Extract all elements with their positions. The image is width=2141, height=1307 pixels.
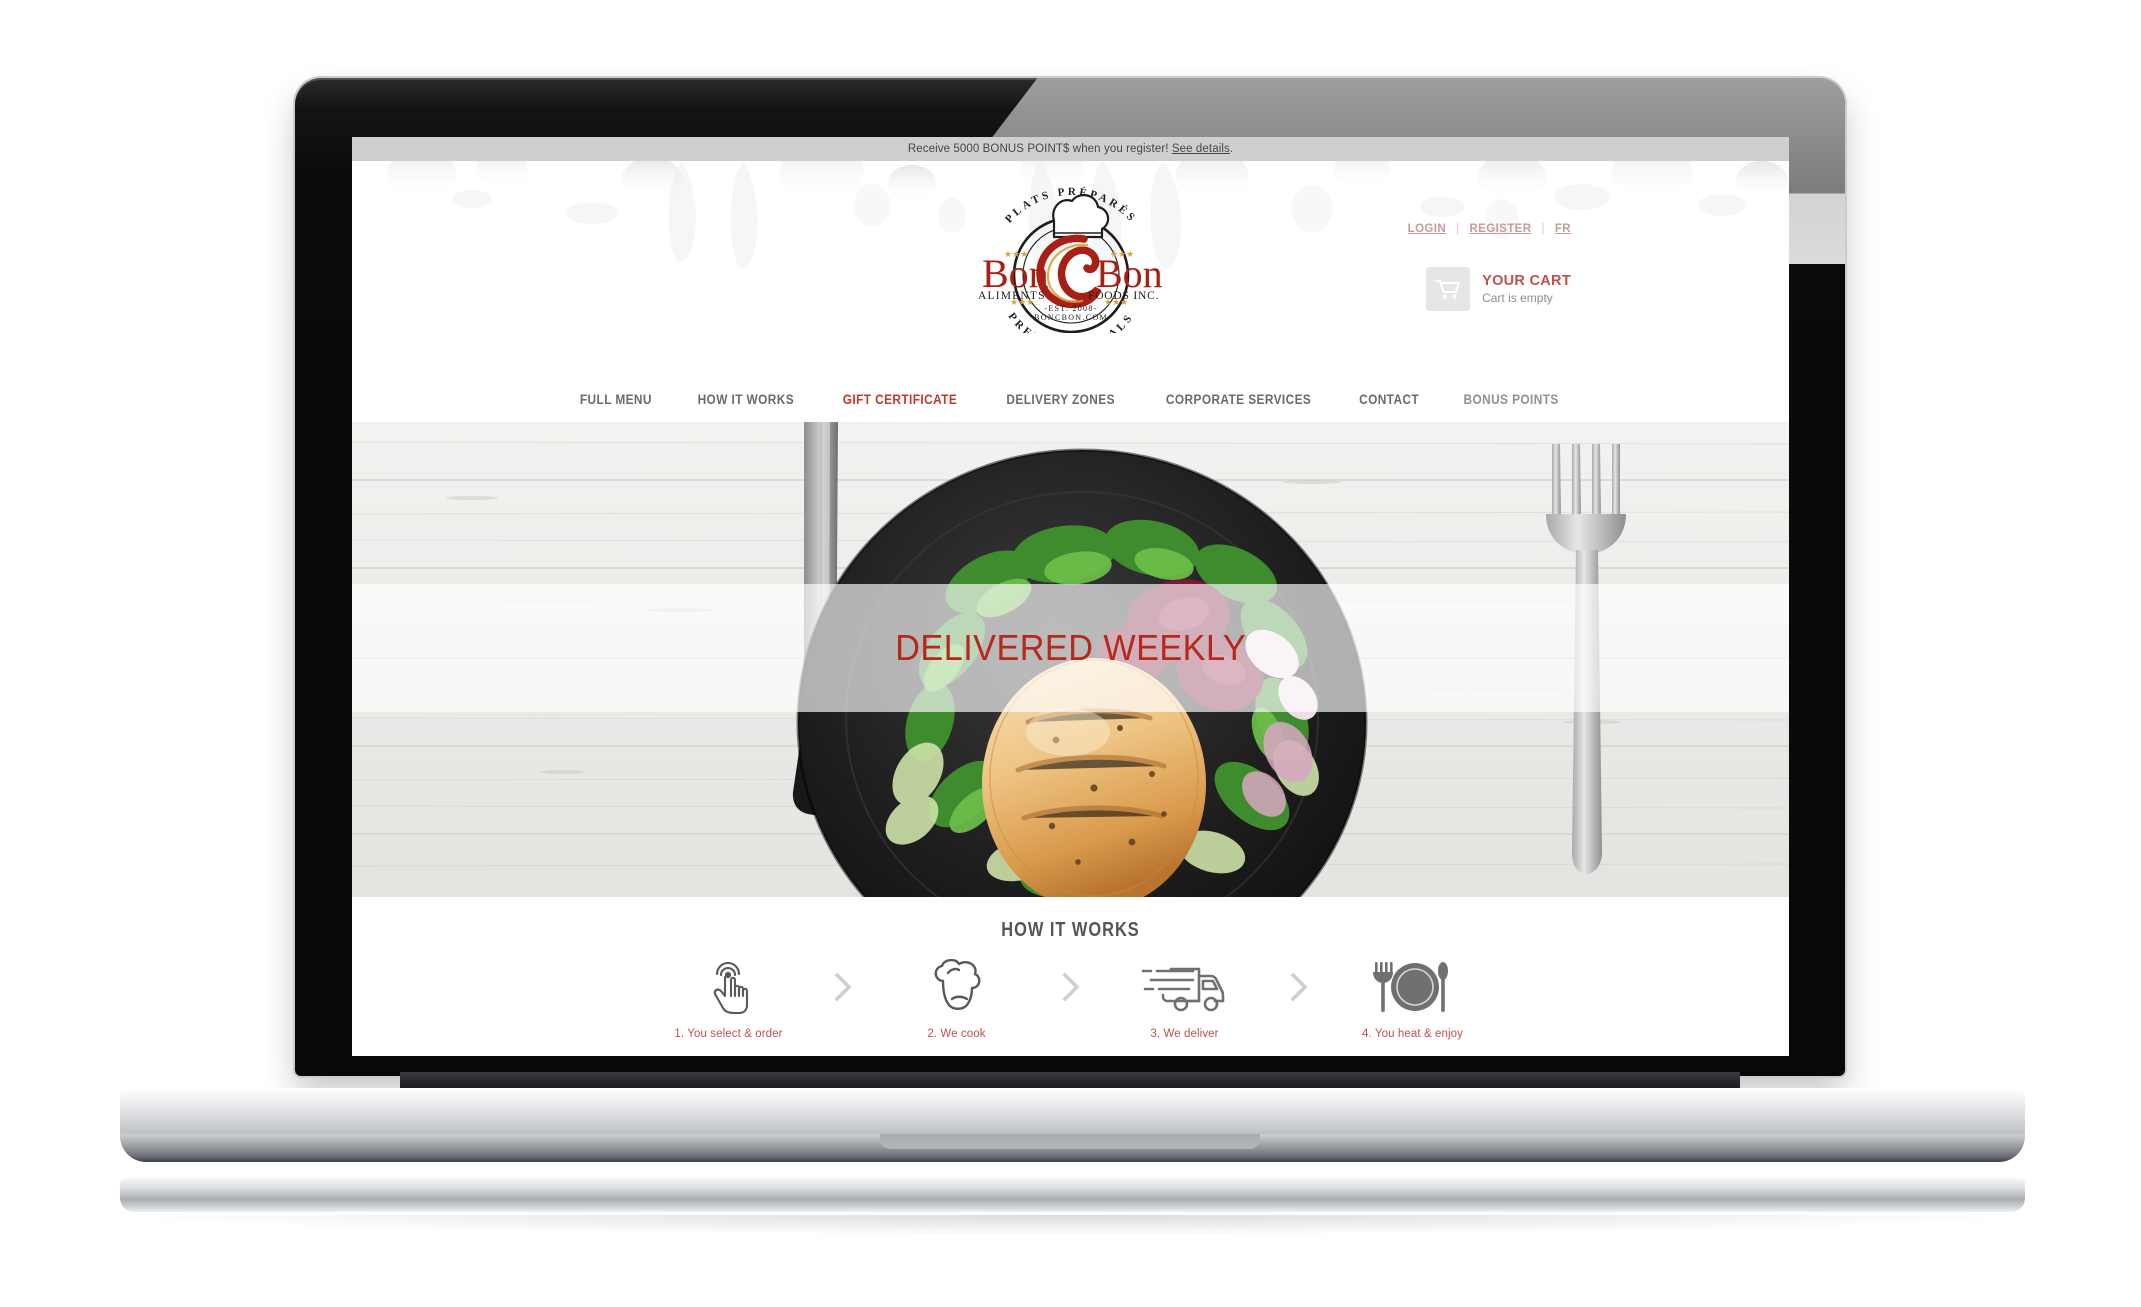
- chevron-right-icon-1: [817, 956, 869, 1018]
- nav-item-delivery-zones[interactable]: DELIVERY ZONES: [1006, 392, 1115, 407]
- how-it-works-steps: 1. You select & order 2. We cook 3. We d…: [352, 956, 1789, 1040]
- cart-glyph: [1435, 280, 1461, 299]
- how-it-works-title: HOW IT WORKS: [1001, 919, 1140, 941]
- hero-headline: DELIVERED WEEKLY: [895, 627, 1246, 668]
- nav-item-full-menu[interactable]: FULL MENU: [580, 392, 652, 407]
- tap-hand-icon: [703, 956, 755, 1018]
- promo-banner-period: .: [1229, 143, 1234, 155]
- browser-viewport: Receive 5000 BONUS POINT$ when you regis…: [352, 137, 1789, 1056]
- laptop-foot: [120, 1178, 2025, 1212]
- how-it-works-section: HOW IT WORKS 1. You select & order 2. We…: [352, 897, 1789, 1040]
- step-2-label: 2. We cook: [927, 1028, 986, 1040]
- hero-banner: DELIVERED WEEKLY: [352, 422, 1789, 897]
- step-1-label: 1. You select & order: [674, 1028, 783, 1040]
- chef-hat-icon: [928, 956, 986, 1018]
- boncbon-logo-graphic: PLATS PRÉPARÉS PREPARED MEALS ★★★ ★★★ ★★…: [978, 186, 1163, 353]
- logo-sub-right: FOODS INC.: [1088, 290, 1159, 302]
- nav-item-gift-certificate[interactable]: GIFT CERTIFICATE: [843, 392, 957, 407]
- nav-item-contact[interactable]: CONTACT: [1359, 392, 1419, 407]
- step-4: 4. You heat & enjoy: [1325, 956, 1501, 1040]
- language-fr-link[interactable]: FR: [1555, 223, 1571, 235]
- nav-item-bonus-points[interactable]: BONUS POINTS: [1464, 392, 1559, 407]
- delivery-truck-icon: [1141, 956, 1229, 1018]
- chevron-glyph-2: [1061, 972, 1080, 1002]
- tap-hand-glyph: [713, 962, 748, 1015]
- screenshot-stage: Receive 5000 BONUS POINT$ when you regis…: [0, 0, 2141, 1307]
- nav-item-corporate-services[interactable]: CORPORATE SERVICES: [1166, 392, 1311, 407]
- site-header: LOGIN | REGISTER | FR YOUR CART Cart is …: [352, 161, 1789, 376]
- chef-hat-glyph: [934, 959, 980, 1010]
- chevron-glyph-1: [833, 972, 852, 1002]
- primary-navigation: FULL MENU HOW IT WORKS GIFT CERTIFICATE …: [352, 376, 1789, 422]
- delivery-truck-glyph: [1141, 967, 1224, 1012]
- logo-est-line: -EST. 2008-: [1044, 304, 1097, 313]
- step-4-label: 4. You heat & enjoy: [1361, 1028, 1463, 1040]
- step-3: 3. We deliver: [1097, 956, 1273, 1040]
- logo-sub-left: ALIMENTS: [978, 290, 1046, 302]
- plate-cutlery-icon: [1371, 956, 1455, 1018]
- chevron-right-icon-3: [1273, 956, 1325, 1018]
- login-link[interactable]: LOGIN: [1408, 223, 1446, 235]
- nav-item-how-it-works[interactable]: HOW IT WORKS: [698, 392, 794, 407]
- utility-links: LOGIN | REGISTER | FR: [1408, 223, 1571, 235]
- laptop-base-top: [120, 1088, 2025, 1136]
- hero-overlay-band: DELIVERED WEEKLY: [352, 584, 1789, 712]
- chevron-glyph-3: [1289, 972, 1308, 1002]
- step-3-label: 3. We deliver: [1150, 1028, 1219, 1040]
- util-separator-2: |: [1541, 223, 1545, 235]
- chevron-right-icon-2: [1045, 956, 1097, 1018]
- cart-text-block: YOUR CART Cart is empty: [1482, 272, 1571, 306]
- cart-title: YOUR CART: [1482, 272, 1571, 289]
- see-details-link[interactable]: See details: [1172, 143, 1230, 155]
- step-1: 1. You select & order: [641, 956, 817, 1040]
- step-2: 2. We cook: [869, 956, 1045, 1040]
- cart-status: Cart is empty: [1482, 290, 1553, 305]
- laptop-drop-shadow: [130, 1215, 2015, 1235]
- register-link[interactable]: REGISTER: [1469, 223, 1531, 235]
- logo-domain-line: BONCBON.COM: [1034, 313, 1108, 322]
- promo-banner-text: Receive 5000 BONUS POINT$ when you regis…: [907, 143, 1172, 155]
- plate-cutlery-glyph: [1372, 962, 1448, 1012]
- util-separator-1: |: [1456, 223, 1460, 235]
- promo-banner: Receive 5000 BONUS POINT$ when you regis…: [352, 137, 1789, 161]
- shopping-cart-icon: [1426, 267, 1471, 311]
- cart-widget[interactable]: YOUR CART Cart is empty: [1426, 267, 1571, 311]
- laptop-base-lip: [880, 1134, 1260, 1149]
- site-logo[interactable]: PLATS PRÉPARÉS PREPARED MEALS ★★★ ★★★ ★★…: [966, 183, 1176, 353]
